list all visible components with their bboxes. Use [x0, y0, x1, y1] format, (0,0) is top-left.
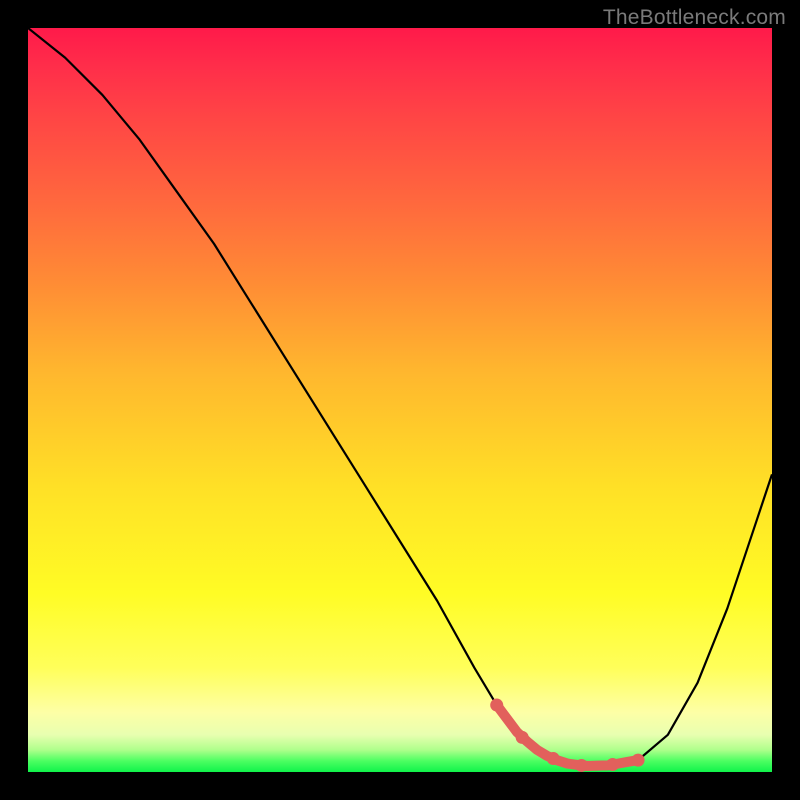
optimal-range-dot	[632, 754, 645, 767]
chart-svg	[28, 28, 772, 772]
watermark-text: TheBottleneck.com	[603, 6, 786, 30]
optimal-range-dot	[490, 699, 503, 712]
bottleneck-curve-line	[28, 28, 772, 766]
optimal-range-dot	[606, 758, 619, 771]
optimal-range-dot	[547, 752, 560, 765]
chart-plot-area	[28, 28, 772, 772]
optimal-range-dot	[575, 759, 588, 772]
optimal-range-dot	[516, 731, 529, 744]
